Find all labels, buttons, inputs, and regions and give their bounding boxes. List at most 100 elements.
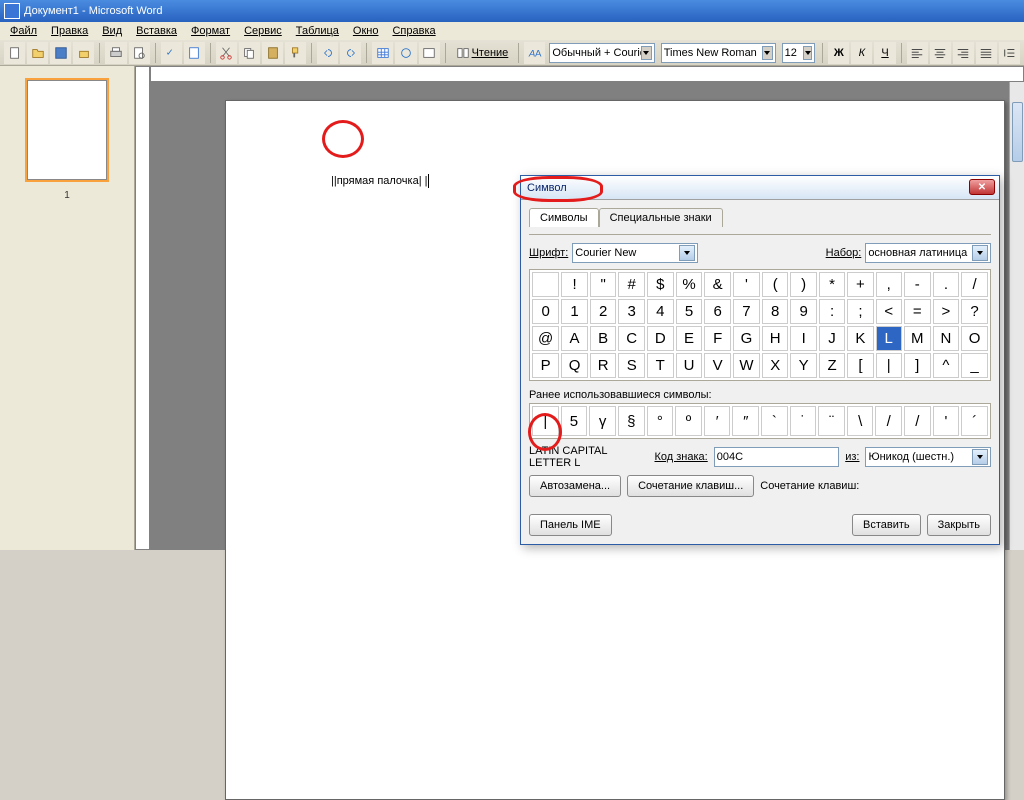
char-cell[interactable]: W (733, 353, 760, 378)
scrollbar-vertical[interactable] (1009, 82, 1024, 550)
preview-button[interactable] (129, 42, 150, 64)
char-cell[interactable]: ) (790, 272, 816, 297)
recent-char-cell[interactable]: / (875, 406, 902, 436)
char-cell[interactable]: M (904, 326, 931, 351)
char-cell[interactable]: # (618, 272, 645, 297)
char-cell[interactable]: O (961, 326, 988, 351)
permissions-button[interactable] (73, 42, 94, 64)
shortcut-button[interactable]: Сочетание клавиш... (627, 475, 754, 497)
recent-char-cell[interactable]: ″ (732, 406, 759, 436)
char-cell[interactable]: ] (904, 353, 931, 378)
size-selector[interactable] (782, 43, 816, 63)
char-cell[interactable]: Q (561, 353, 588, 378)
recent-char-cell[interactable]: | (532, 406, 559, 436)
insert-button[interactable]: Вставить (852, 514, 921, 536)
char-cell[interactable]: . (933, 272, 960, 297)
recent-char-cell[interactable]: / (904, 406, 931, 436)
menu-format[interactable]: Формат (185, 23, 236, 39)
recent-char-cell[interactable]: ` (761, 406, 788, 436)
recent-char-cell[interactable]: ´ (961, 406, 988, 436)
char-cell[interactable]: H (762, 326, 789, 351)
size-input[interactable] (785, 47, 804, 59)
char-cell[interactable]: $ (647, 272, 674, 297)
italic-button[interactable]: К (851, 42, 872, 64)
menu-view[interactable]: Вид (96, 23, 128, 39)
recent-char-cell[interactable]: ' (933, 406, 960, 436)
menu-help[interactable]: Справка (386, 23, 441, 39)
recent-char-cell[interactable]: γ (589, 406, 616, 436)
style-selector[interactable] (549, 43, 654, 63)
char-cell[interactable]: - (904, 272, 931, 297)
menu-file[interactable]: Файл (4, 23, 43, 39)
recent-char-cell[interactable]: § (618, 406, 645, 436)
char-cell[interactable]: R (590, 353, 617, 378)
code-input[interactable]: 004C (714, 447, 840, 467)
char-cell[interactable]: ? (961, 299, 988, 324)
scroll-thumb[interactable] (1012, 102, 1023, 162)
char-cell[interactable]: : (819, 299, 845, 324)
recent-char-cell[interactable]: 5 (561, 406, 588, 436)
char-cell[interactable]: I (790, 326, 816, 351)
char-cell[interactable]: 0 (532, 299, 559, 324)
char-cell[interactable]: N (933, 326, 960, 351)
char-cell[interactable]: L (876, 326, 902, 351)
cut-button[interactable] (216, 42, 237, 64)
font-input[interactable] (664, 47, 762, 59)
font-dropdown-icon[interactable] (762, 46, 773, 60)
char-cell[interactable]: > (933, 299, 960, 324)
char-cell[interactable]: E (676, 326, 703, 351)
recent-char-cell[interactable]: ′ (704, 406, 731, 436)
char-cell[interactable]: X (762, 353, 789, 378)
char-cell[interactable]: ! (561, 272, 588, 297)
char-cell[interactable]: ' (733, 272, 760, 297)
bold-button[interactable]: Ж (828, 42, 849, 64)
char-cell[interactable]: [ (847, 353, 873, 378)
paste-button[interactable] (262, 42, 283, 64)
menu-window[interactable]: Окно (347, 23, 385, 39)
style-input[interactable] (552, 47, 640, 59)
char-cell[interactable]: 6 (704, 299, 730, 324)
dropdown-icon[interactable] (972, 449, 988, 465)
print-button[interactable] (105, 42, 126, 64)
hyperlink-button[interactable] (395, 42, 416, 64)
char-cell[interactable]: 8 (762, 299, 789, 324)
menu-edit[interactable]: Правка (45, 23, 94, 39)
dialog-titlebar[interactable]: Символ ✕ (521, 176, 999, 200)
char-cell[interactable]: & (704, 272, 730, 297)
char-cell[interactable]: " (590, 272, 617, 297)
align-left-button[interactable] (907, 42, 928, 64)
dialog-close-button[interactable]: ✕ (969, 179, 995, 195)
char-cell[interactable]: 7 (733, 299, 760, 324)
char-cell[interactable]: Y (790, 353, 816, 378)
char-cell[interactable] (532, 272, 559, 297)
char-cell[interactable]: = (904, 299, 931, 324)
char-cell[interactable]: U (676, 353, 703, 378)
char-cell[interactable]: V (704, 353, 730, 378)
from-select[interactable]: Юникод (шестн.) (865, 447, 991, 467)
line-spacing-button[interactable] (999, 42, 1020, 64)
char-cell[interactable]: < (876, 299, 902, 324)
char-cell[interactable]: Z (819, 353, 845, 378)
char-cell[interactable]: C (618, 326, 645, 351)
char-cell[interactable]: * (819, 272, 845, 297)
char-cell[interactable]: 2 (590, 299, 617, 324)
new-doc-button[interactable] (4, 42, 25, 64)
char-cell[interactable]: ; (847, 299, 873, 324)
insert-table-button[interactable] (419, 42, 440, 64)
ime-button[interactable]: Панель IME (529, 514, 612, 536)
font-select[interactable]: Courier New (572, 243, 698, 263)
char-cell[interactable]: | (876, 353, 902, 378)
char-cell[interactable]: G (733, 326, 760, 351)
char-cell[interactable]: J (819, 326, 845, 351)
char-cell[interactable]: K (847, 326, 873, 351)
char-cell[interactable]: / (961, 272, 988, 297)
style-aa-button[interactable]: AA (524, 42, 545, 64)
dropdown-icon[interactable] (972, 245, 988, 261)
char-cell[interactable]: ( (762, 272, 789, 297)
recent-char-cell[interactable]: ° (647, 406, 674, 436)
menu-table[interactable]: Таблица (290, 23, 345, 39)
style-dropdown-icon[interactable] (641, 46, 652, 60)
research-button[interactable] (184, 42, 205, 64)
menu-insert[interactable]: Вставка (130, 23, 183, 39)
dropdown-icon[interactable] (679, 245, 695, 261)
